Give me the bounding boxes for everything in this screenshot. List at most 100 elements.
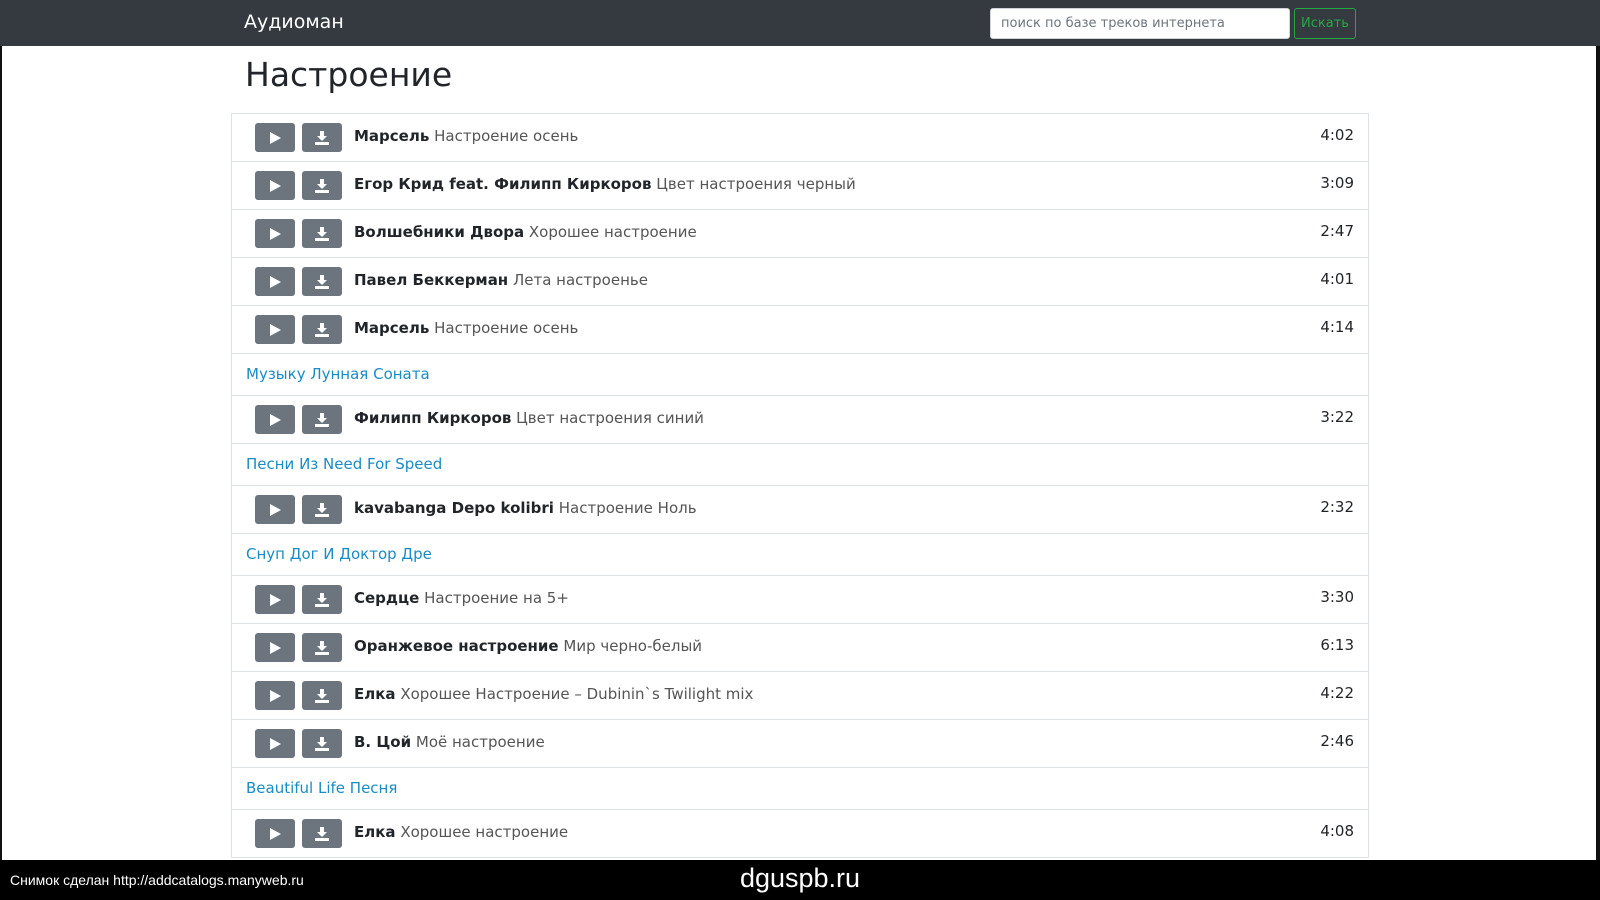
play-button[interactable] <box>255 405 295 434</box>
track-duration: 6:13 <box>1320 636 1354 654</box>
download-icon <box>314 826 330 841</box>
download-icon <box>314 412 330 427</box>
play-icon <box>268 227 282 241</box>
download-icon <box>314 274 330 289</box>
track-row: Марсель Настроение осень 4:02 <box>231 114 1369 162</box>
track-artist: Волшебники Двора <box>354 223 525 241</box>
track-row: Елка Хорошее настроение 4:08 <box>231 810 1369 858</box>
track-duration: 4:14 <box>1320 318 1354 336</box>
download-button[interactable] <box>302 729 342 758</box>
track-info: Волшебники Двора Хорошее настроение <box>354 223 697 241</box>
download-button[interactable] <box>302 819 342 848</box>
play-icon <box>268 827 282 841</box>
play-icon <box>268 131 282 145</box>
track-info: Егор Крид feat. Филипп Киркоров Цвет нас… <box>354 175 856 193</box>
track-info: kavabanga Depo kolibri Настроение Ноль <box>354 499 697 517</box>
play-icon <box>268 737 282 751</box>
track-row: Марсель Настроение осень 4:14 <box>231 306 1369 354</box>
category-row: Beautiful Life Песня <box>231 768 1369 810</box>
download-button[interactable] <box>302 405 342 434</box>
download-icon <box>314 226 330 241</box>
download-icon <box>314 592 330 607</box>
download-button[interactable] <box>302 585 342 614</box>
track-list: Марсель Настроение осень 4:02 Егор Крид fe… <box>231 113 1369 858</box>
track-artist: Филипп Киркоров <box>354 409 512 427</box>
track-artist: Марсель <box>354 319 430 337</box>
track-title: Хорошее Настроение – Dubinin`s Twilight … <box>400 685 754 703</box>
play-icon <box>268 689 282 703</box>
play-button[interactable] <box>255 585 295 614</box>
play-icon <box>268 641 282 655</box>
download-icon <box>314 736 330 751</box>
play-button[interactable] <box>255 219 295 248</box>
search-button[interactable]: Искать <box>1294 8 1356 39</box>
category-row: Песни Из Need For Speed <box>231 444 1369 486</box>
play-button[interactable] <box>255 123 295 152</box>
track-row: Елка Хорошее Настроение – Dubinin`s Twil… <box>231 672 1369 720</box>
track-row: Егор Крид feat. Филипп Киркоров Цвет нас… <box>231 162 1369 210</box>
track-title: Хорошее настроение <box>528 223 697 241</box>
track-row: Оранжевое настроение Мир черно-белый 6:13 <box>231 624 1369 672</box>
track-artist: kavabanga Depo kolibri <box>354 499 554 517</box>
category-link[interactable]: Beautiful Life Песня <box>246 779 397 797</box>
site-watermark: dguspb.ru <box>739 863 861 893</box>
download-button[interactable] <box>302 171 342 200</box>
watermark-bar: Снимок сделан http://addcatalogs.manyweb… <box>0 860 1600 900</box>
track-row: Павел Беккерман Лета настроенье 4:01 <box>231 258 1369 306</box>
track-duration: 4:01 <box>1320 270 1354 288</box>
category-link[interactable]: Песни Из Need For Speed <box>246 455 442 473</box>
track-artist: Сердце <box>354 589 420 607</box>
track-artist: Марсель <box>354 127 430 145</box>
right-frame-edge <box>1596 0 1600 900</box>
play-button[interactable] <box>255 819 295 848</box>
play-button[interactable] <box>255 495 295 524</box>
track-info: Елка Хорошее Настроение – Dubinin`s Twil… <box>354 685 753 703</box>
category-row: Снуп Дог И Доктор Дре <box>231 534 1369 576</box>
track-row: Сердце Настроение на 5+ 3:30 <box>231 576 1369 624</box>
play-button[interactable] <box>255 633 295 662</box>
play-button[interactable] <box>255 681 295 710</box>
download-button[interactable] <box>302 123 342 152</box>
search-input[interactable] <box>990 8 1290 39</box>
download-button[interactable] <box>302 495 342 524</box>
track-info: Елка Хорошее настроение <box>354 823 568 841</box>
track-title: Мир черно-белый <box>563 637 703 655</box>
track-info: Сердце Настроение на 5+ <box>354 589 569 607</box>
track-info: Павел Беккерман Лета настроенье <box>354 271 648 289</box>
track-title: Цвет настроения синий <box>516 409 704 427</box>
download-button[interactable] <box>302 681 342 710</box>
track-row: kavabanga Depo kolibri Настроение Ноль 2:… <box>231 486 1369 534</box>
page-title: Настроение <box>245 55 453 94</box>
track-info: Филипп Киркоров Цвет настроения синий <box>354 409 704 427</box>
brand-link[interactable]: Аудиоман <box>244 11 344 33</box>
play-button[interactable] <box>255 267 295 296</box>
left-frame-edge <box>0 0 2 900</box>
category-link[interactable]: Музыку Лунная Соната <box>246 365 430 383</box>
track-info: Оранжевое настроение Мир черно-белый <box>354 637 702 655</box>
track-artist: В. Цой <box>354 733 412 751</box>
category-row: Музыку Лунная Соната <box>231 354 1369 396</box>
download-icon <box>314 178 330 193</box>
track-artist: Елка <box>354 685 396 703</box>
track-duration: 4:08 <box>1320 822 1354 840</box>
download-icon <box>314 688 330 703</box>
track-duration: 2:47 <box>1320 222 1354 240</box>
download-button[interactable] <box>302 633 342 662</box>
play-button[interactable] <box>255 171 295 200</box>
download-button[interactable] <box>302 315 342 344</box>
play-button[interactable] <box>255 729 295 758</box>
category-link[interactable]: Снуп Дог И Доктор Дре <box>246 545 432 563</box>
track-duration: 3:09 <box>1320 174 1354 192</box>
download-icon <box>314 130 330 145</box>
track-duration: 4:22 <box>1320 684 1354 702</box>
play-button[interactable] <box>255 315 295 344</box>
track-duration: 3:22 <box>1320 408 1354 426</box>
track-title: Настроение Ноль <box>558 499 697 517</box>
track-duration: 3:30 <box>1320 588 1354 606</box>
track-title: Цвет настроения черный <box>656 175 856 193</box>
track-duration: 4:02 <box>1320 126 1354 144</box>
top-navbar: Аудиоман Искать <box>0 0 1600 46</box>
track-title: Настроение на 5+ <box>424 589 569 607</box>
download-button[interactable] <box>302 219 342 248</box>
download-button[interactable] <box>302 267 342 296</box>
